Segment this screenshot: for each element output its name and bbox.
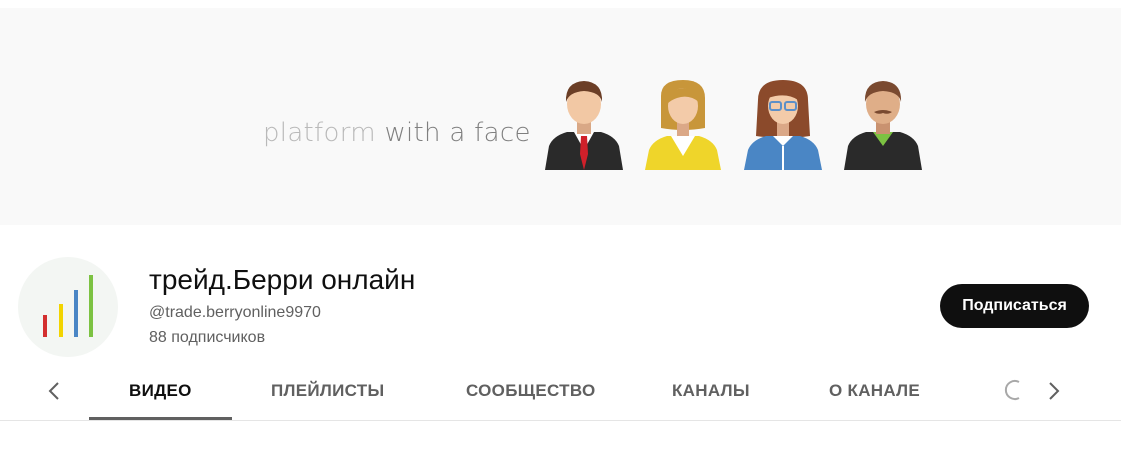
subscriber-count: 88 подписчиков	[149, 329, 266, 346]
tab-community[interactable]: СООБЩЕСТВО	[466, 362, 596, 420]
search-icon[interactable]	[1002, 377, 1024, 403]
woman-blonde-illustration	[645, 80, 721, 170]
tab-channels[interactable]: КАНАЛЫ	[672, 362, 750, 420]
tagline-dark: with a face	[384, 118, 531, 148]
tab-about[interactable]: О КАНАЛЕ	[829, 362, 920, 420]
active-tab-indicator	[89, 417, 232, 420]
chevron-right-icon[interactable]	[1042, 362, 1066, 420]
subscribe-button[interactable]: Подписаться	[940, 284, 1089, 328]
tab-playlists[interactable]: ПЛЕЙЛИСТЫ	[271, 362, 384, 420]
man-mustache-illustration	[844, 81, 922, 170]
channel-handle: @trade.berryonline9970	[149, 304, 321, 321]
tagline-light: platform	[263, 118, 376, 148]
woman-glasses-illustration	[744, 80, 822, 170]
channel-avatar[interactable]	[18, 257, 118, 357]
banner-tagline: platform with a face	[263, 118, 531, 148]
channel-tabs: ВИДЕО ПЛЕЙЛИСТЫ СООБЩЕСТВО КАНАЛЫ О КАНА…	[0, 362, 1121, 421]
channel-title: трейд.Берри онлайн	[149, 264, 416, 295]
channel-banner: platform with a face	[0, 8, 1121, 225]
chevron-left-icon[interactable]	[42, 362, 66, 420]
businessman-illustration	[545, 81, 623, 170]
tab-videos[interactable]: ВИДЕО	[129, 362, 192, 420]
bar-chart-logo-icon	[43, 275, 93, 337]
